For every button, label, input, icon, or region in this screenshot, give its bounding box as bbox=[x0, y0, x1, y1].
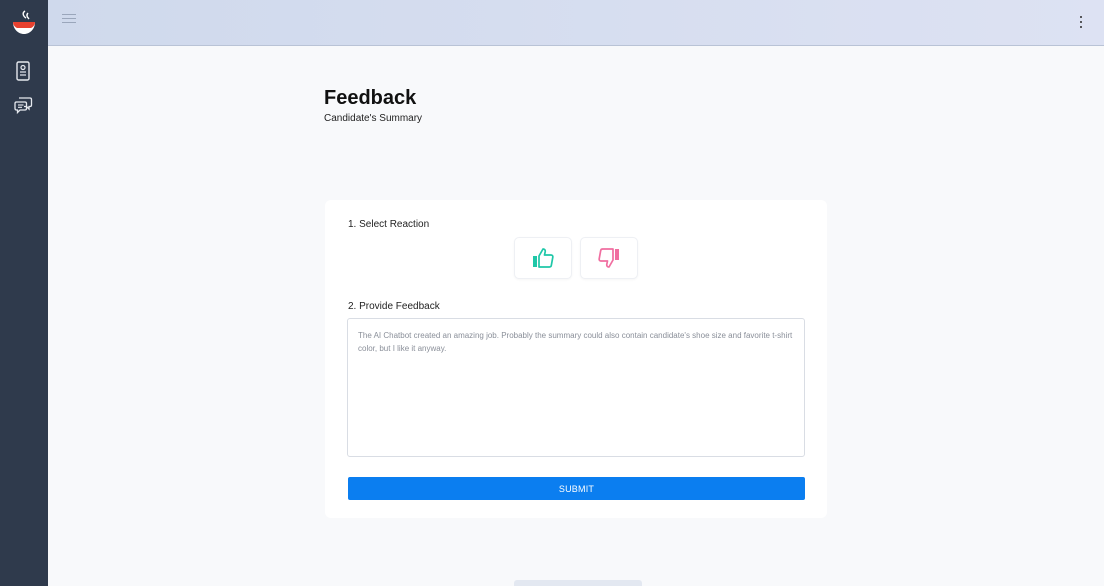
bowl-logo-icon[interactable] bbox=[0, 0, 48, 46]
app-root: Feedback Candidate's Summary 1. Select R… bbox=[0, 0, 1104, 586]
sidebar bbox=[0, 0, 48, 586]
top-bar bbox=[48, 0, 1104, 46]
feedback-textarea[interactable]: The AI Chatbot created an amazing job. P… bbox=[347, 318, 805, 457]
bottom-panel-stub bbox=[514, 580, 642, 586]
thumbs-up-button[interactable] bbox=[514, 237, 572, 279]
reaction-label: 1. Select Reaction bbox=[348, 219, 430, 230]
feedback-label: 2. Provide Feedback bbox=[348, 301, 440, 312]
kebab-icon[interactable] bbox=[1078, 14, 1084, 30]
feedback-card: 1. Select Reaction 2. Provide Feedback T… bbox=[325, 200, 827, 518]
submit-button[interactable]: SUBMIT bbox=[348, 477, 805, 500]
page-title: Feedback bbox=[324, 87, 417, 109]
thumbs-up-icon bbox=[533, 248, 554, 268]
thumbs-down-button[interactable] bbox=[580, 237, 638, 279]
chat-bubbles-icon[interactable] bbox=[12, 94, 34, 116]
candidate-card-icon[interactable] bbox=[12, 60, 34, 82]
thumbs-down-icon bbox=[598, 248, 619, 268]
hamburger-icon[interactable] bbox=[62, 14, 76, 26]
page-subtitle: Candidate's Summary bbox=[324, 113, 423, 124]
